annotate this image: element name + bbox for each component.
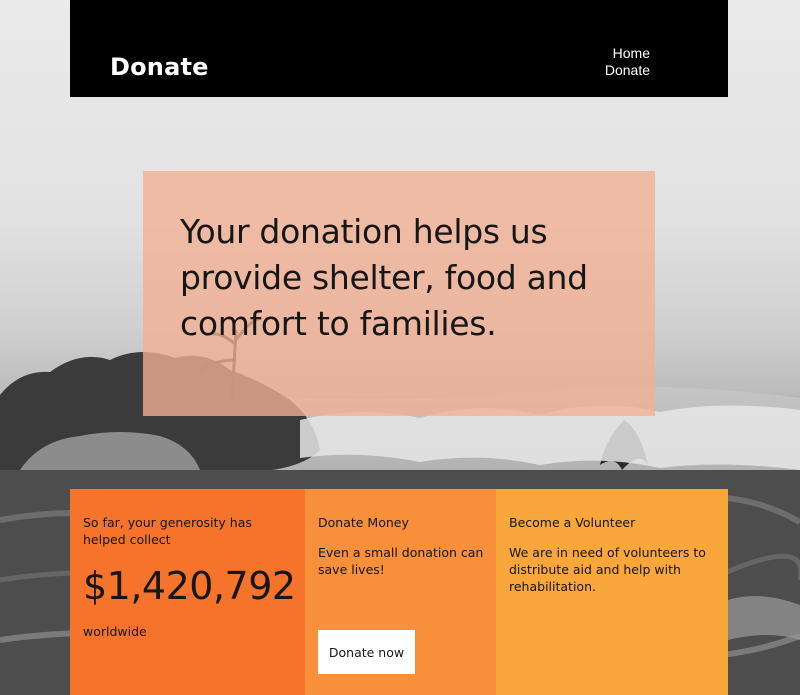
donate-money-card: Donate Money Even a small donation can s…	[305, 489, 496, 695]
donate-money-heading: Donate Money	[318, 515, 409, 530]
hero-banner: Your donation helps us provide shelter, …	[143, 171, 655, 416]
progress-footnote: worldwide	[83, 624, 147, 639]
progress-card: So far, your generosity has helped colle…	[70, 489, 305, 695]
hero-headline: Your donation helps us provide shelter, …	[180, 212, 588, 343]
volunteer-heading: Become a Volunteer	[509, 515, 636, 530]
site-logo[interactable]: Donate	[110, 50, 209, 84]
nav-link-donate[interactable]: Donate	[605, 62, 650, 79]
donation-total: $1,420,792	[83, 564, 296, 608]
nav-link-home[interactable]: Home	[605, 45, 650, 62]
site-header: Donate Home Donate	[70, 0, 728, 97]
volunteer-card: Become a Volunteer We are in need of vol…	[496, 489, 728, 695]
volunteer-text: We are in need of volunteers to distribu…	[509, 545, 706, 594]
main-nav: Home Donate	[605, 45, 650, 79]
donate-now-button[interactable]: Donate now	[318, 630, 415, 674]
donate-money-text: Even a small donation can save lives!	[318, 545, 484, 577]
progress-heading: So far, your generosity has helped colle…	[83, 515, 252, 547]
